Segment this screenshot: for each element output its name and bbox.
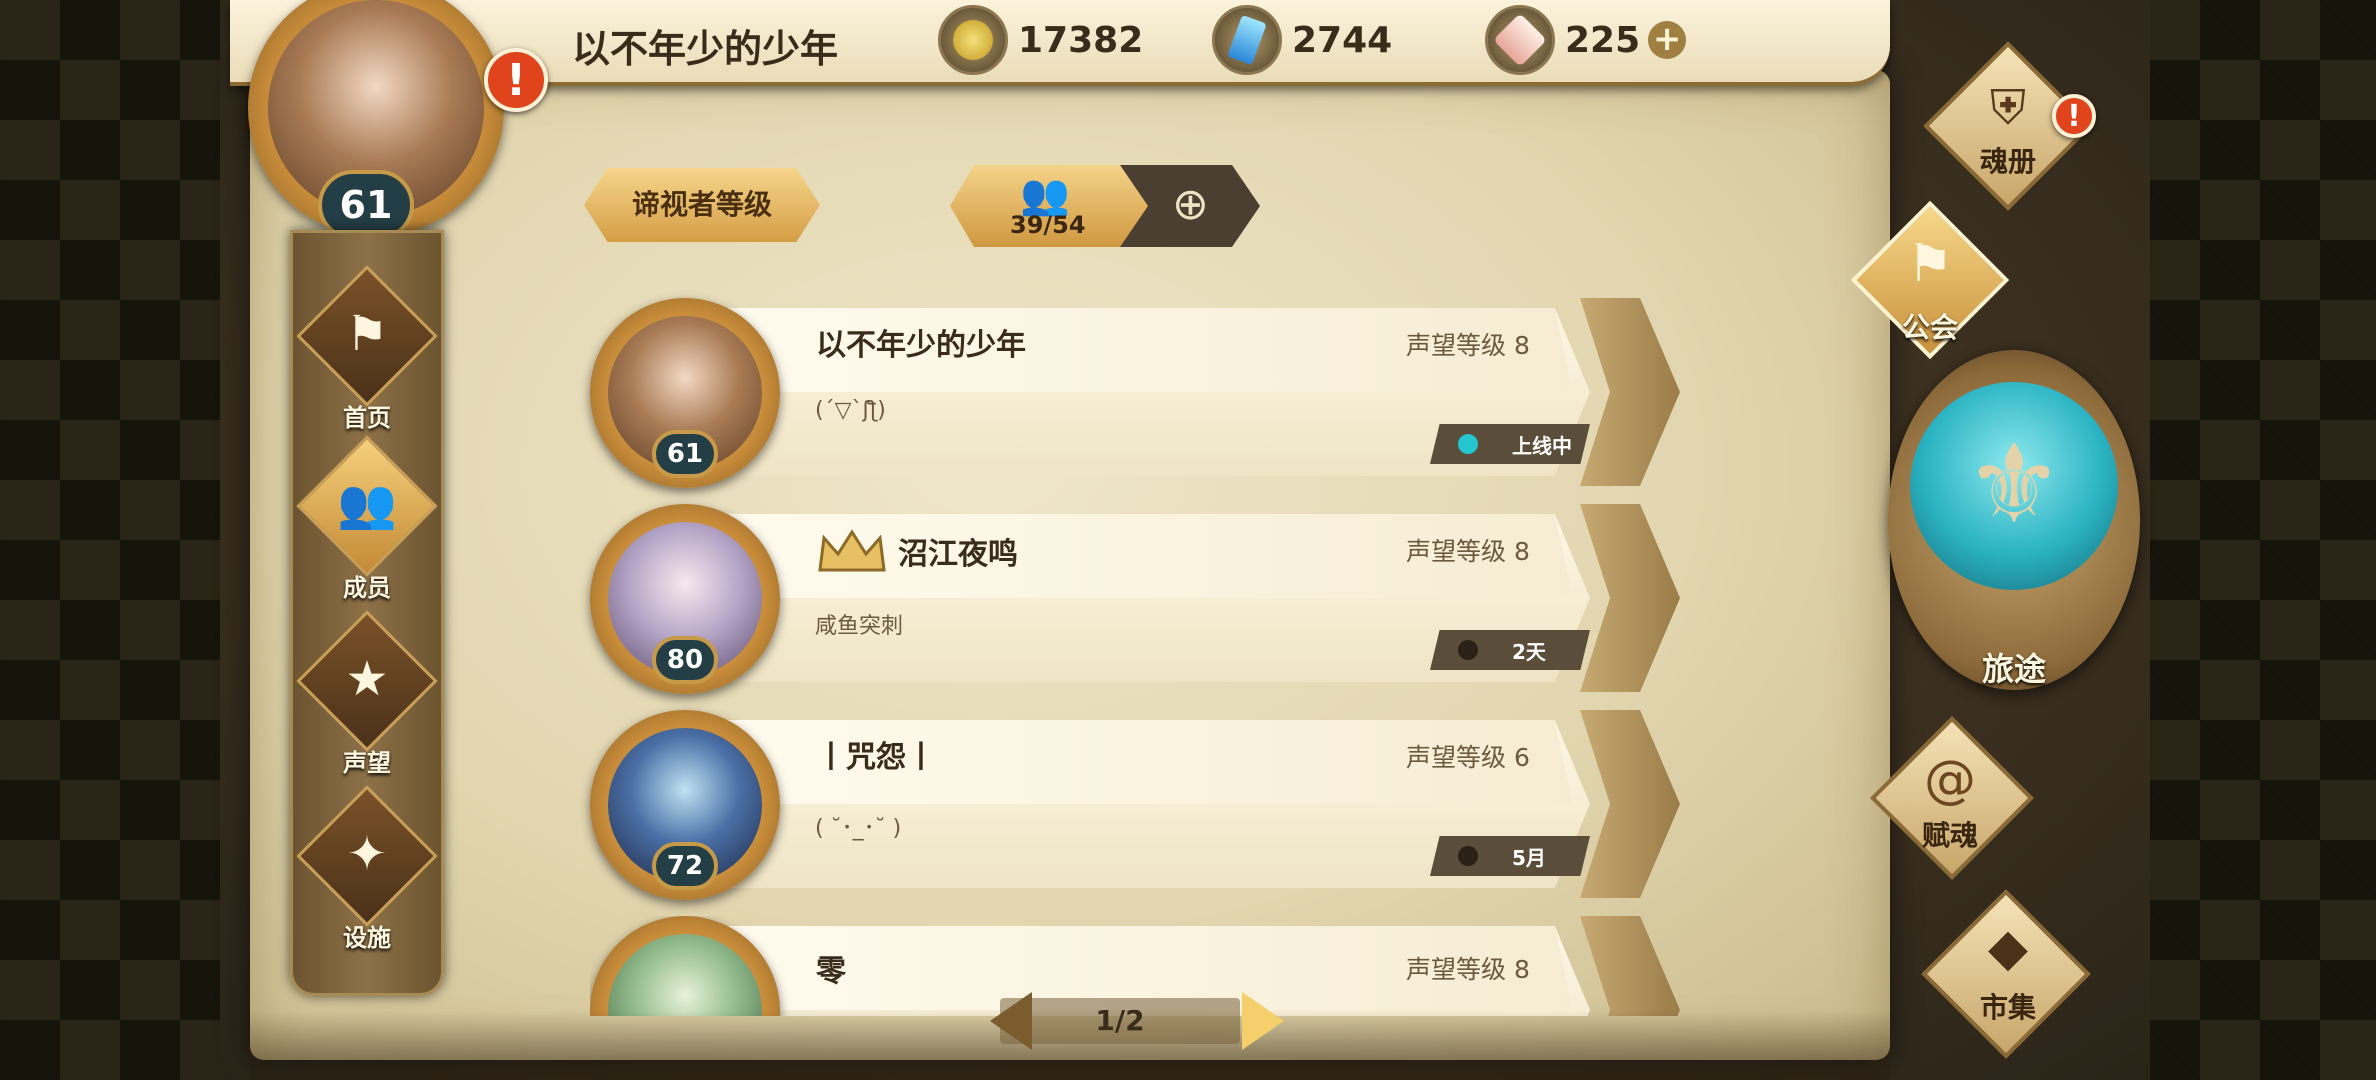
nav-prestige-label: 声望 bbox=[343, 749, 391, 777]
rank-level-button[interactable]: 谛视者等级 bbox=[584, 168, 820, 242]
page-indicator: 1/2 bbox=[1095, 1004, 1145, 1037]
market-label: 市集 bbox=[1979, 991, 2036, 1024]
member-level-badge: 72 bbox=[652, 842, 718, 890]
left-nav: ⚑ 首页 👥 成员 ★ 声望 ✦ 设施 bbox=[290, 230, 444, 996]
nav-members-label: 成员 bbox=[343, 574, 391, 602]
member-avatar bbox=[608, 934, 762, 1016]
card-tail-ornament bbox=[1580, 916, 1680, 1016]
member-prestige: 声望等级 6 bbox=[1406, 743, 1530, 772]
member-name: 沼江夜鸣 bbox=[898, 537, 1018, 572]
member-motto: (´▽`ʃƪ) bbox=[815, 398, 886, 423]
nav-home-label: 首页 bbox=[343, 404, 391, 432]
member-status-text: 5月 bbox=[1512, 845, 1546, 870]
card-tail-ornament bbox=[1580, 298, 1680, 486]
soul-book-button[interactable]: ⛨ 魂册 ! bbox=[1900, 41, 2116, 211]
nav-facility-label: 设施 bbox=[343, 924, 391, 952]
member-name: 丨咒怨丨 bbox=[816, 740, 936, 775]
facility-emblem-icon: ✦ bbox=[346, 826, 388, 882]
alert-icon: ! bbox=[2052, 94, 2096, 138]
member-prestige: 声望等级 8 bbox=[1406, 331, 1530, 360]
member-card[interactable]: 80 沼江夜鸣 声望等级 8 咸鱼突刺 2天 bbox=[590, 504, 1700, 694]
member-level-badge: 61 bbox=[652, 430, 718, 478]
player-name: 以不年少的少年 bbox=[572, 27, 839, 71]
member-status: 2天 bbox=[1430, 630, 1590, 670]
trident-emblem-icon: ⚜ bbox=[1964, 420, 2064, 548]
offline-dot-icon bbox=[1458, 640, 1478, 660]
pager: 1/2 bbox=[960, 992, 1284, 1050]
right-border-pattern bbox=[2140, 0, 2376, 1080]
member-count: 39/54 bbox=[1010, 211, 1086, 239]
guild-flag-icon: ⚑ bbox=[345, 306, 389, 362]
offline-dot-icon bbox=[1458, 846, 1478, 866]
members-icon: 👥 bbox=[337, 476, 397, 532]
member-name: 以不年少的少年 bbox=[816, 328, 1026, 363]
journey-label: 旅途 bbox=[1981, 650, 2046, 688]
member-motto: 咸鱼突刺 bbox=[815, 614, 904, 639]
member-name: 零 bbox=[816, 954, 846, 989]
soul-book-label: 魂册 bbox=[1979, 145, 2036, 178]
member-motto: ( ˘･_･˘ ) bbox=[815, 816, 902, 841]
gem-value: 225 bbox=[1565, 19, 1641, 61]
member-status: 5月 bbox=[1430, 836, 1590, 876]
add-member-icon: ⊕ bbox=[1172, 179, 1209, 230]
blue-crystal-icon bbox=[1212, 5, 1282, 75]
member-card[interactable]: 72 丨咒怨丨 声望等级 6 ( ˘･_･˘ ) 5月 bbox=[590, 710, 1700, 900]
card-tail-ornament bbox=[1580, 710, 1680, 898]
nav-prestige[interactable]: ★ 声望 bbox=[293, 610, 441, 793]
online-dot-icon bbox=[1458, 434, 1478, 454]
crystal-value: 2744 bbox=[1292, 19, 1393, 61]
add-currency-button[interactable]: + bbox=[1648, 21, 1687, 59]
member-level-badge: 80 bbox=[652, 636, 718, 684]
nav-home[interactable]: ⚑ 首页 bbox=[293, 265, 441, 448]
gold-value: 17382 bbox=[1018, 19, 1144, 61]
member-status-text: 2天 bbox=[1512, 639, 1546, 664]
soul-gem-icon bbox=[1485, 5, 1555, 75]
crystal-currency: 2744 bbox=[1212, 5, 1393, 75]
soul-grant-label: 赋魂 bbox=[1921, 819, 1978, 852]
member-name-row: 沼江夜鸣 bbox=[816, 526, 1018, 576]
card-tail-ornament bbox=[1580, 504, 1680, 692]
nav-facility[interactable]: ✦ 设施 bbox=[293, 785, 441, 968]
member-status: 上线中 bbox=[1430, 424, 1590, 464]
member-prestige: 声望等级 8 bbox=[1406, 955, 1530, 984]
left-border-pattern bbox=[0, 0, 230, 1080]
journey-button[interactable]: ⚜ 旅途 bbox=[1888, 350, 2140, 700]
alert-icon[interactable]: ! bbox=[484, 48, 548, 112]
gem-currency: 225 + bbox=[1485, 5, 1687, 75]
gem-bag-icon: ◆ bbox=[1988, 918, 2028, 978]
member-prestige: 声望等级 8 bbox=[1406, 537, 1530, 566]
nav-members[interactable]: 👥 成员 bbox=[293, 435, 441, 618]
guild-label: 公会 bbox=[1901, 311, 1958, 344]
spiral-icon: @ bbox=[1924, 750, 1976, 810]
laurel-star-icon: ★ bbox=[345, 651, 389, 707]
member-count-control: 👥 39/54 ⊕ bbox=[950, 165, 1300, 247]
guild-leader-crown-icon bbox=[818, 529, 886, 572]
market-button[interactable]: ◆ 市集 bbox=[1880, 889, 2136, 1060]
soul-grant-button[interactable]: @ 赋魂 bbox=[1820, 715, 2080, 881]
member-card[interactable]: 61 以不年少的少年 声望等级 8 (´▽`ʃƪ) 上线中 bbox=[590, 298, 1700, 488]
gold-coin-icon bbox=[938, 5, 1008, 75]
guild-button[interactable]: ⚑ 公会 bbox=[1800, 200, 2060, 364]
gold-currency: 17382 bbox=[938, 5, 1144, 75]
member-status-text: 上线中 bbox=[1512, 433, 1572, 458]
guild-flag-icon: ⚑ bbox=[1906, 234, 1954, 294]
